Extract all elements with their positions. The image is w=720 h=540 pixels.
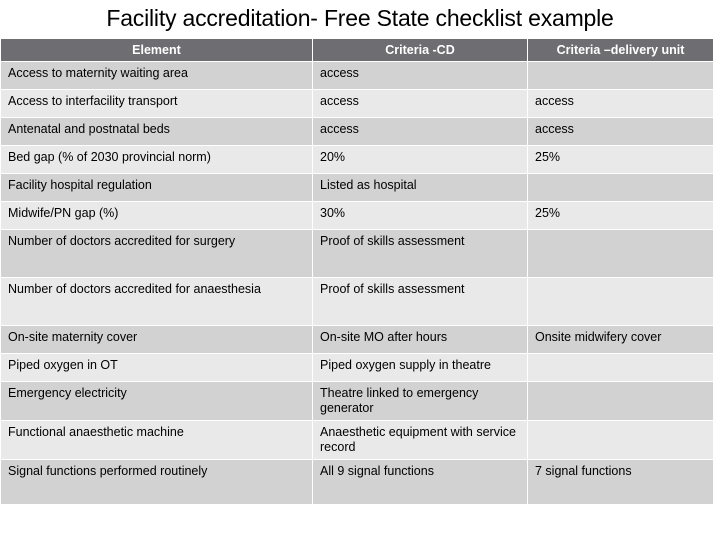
cell-element: Midwife/PN gap (%) — [1, 202, 312, 229]
cell-text: Anaesthetic equipment with service recor… — [320, 425, 516, 454]
cell-text: Emergency electricity — [8, 386, 127, 400]
cell-criteria-delivery-unit: access — [528, 118, 713, 145]
slide-canvas: Facility accreditation- Free State check… — [0, 0, 720, 540]
column-header-element: Element — [1, 39, 312, 61]
cell-text: Signal functions performed routinely — [8, 464, 208, 478]
table-row: Access to interfacility transport access… — [1, 90, 713, 117]
cell-text: Number of doctors accredited for surgery — [8, 234, 236, 248]
cell-criteria-delivery-unit — [528, 174, 713, 201]
cell-criteria-cd: 20% — [313, 146, 527, 173]
cell-element: Antenatal and postnatal beds — [1, 118, 312, 145]
cell-text: Access to interfacility transport — [8, 94, 178, 108]
cell-element: Number of doctors accredited for anaesth… — [1, 278, 312, 325]
cell-text: access — [320, 66, 359, 80]
cell-text: Piped oxygen in OT — [8, 358, 118, 372]
cell-text: Functional anaesthetic machine — [8, 425, 184, 439]
checklist-table-container: Element Criteria -CD Criteria –delivery … — [0, 38, 714, 505]
table-row: Functional anaesthetic machine Anaesthet… — [1, 421, 713, 459]
cell-text: access — [535, 122, 574, 136]
checklist-table: Element Criteria -CD Criteria –delivery … — [0, 38, 714, 505]
cell-element: Piped oxygen in OT — [1, 354, 312, 381]
table-row: Piped oxygen in OT Piped oxygen supply i… — [1, 354, 713, 381]
table-body: Access to maternity waiting area access … — [1, 62, 713, 504]
cell-element: Number of doctors accredited for surgery — [1, 230, 312, 277]
cell-criteria-cd: Listed as hospital — [313, 174, 527, 201]
cell-criteria-cd: Theatre linked to emergency generator — [313, 382, 527, 420]
cell-criteria-delivery-unit — [528, 421, 713, 459]
cell-text: Number of doctors accredited for anaesth… — [8, 282, 261, 296]
cell-text: Proof of skills assessment — [320, 282, 465, 296]
table-row: On-site maternity cover On-site MO after… — [1, 326, 713, 353]
cell-criteria-cd: Proof of skills assessment — [313, 278, 527, 325]
cell-criteria-delivery-unit: 25% — [528, 146, 713, 173]
page-title: Facility accreditation- Free State check… — [106, 5, 614, 31]
cell-text: 30% — [320, 206, 346, 220]
cell-text: Access to maternity waiting area — [8, 66, 188, 80]
cell-element: Signal functions performed routinely — [1, 460, 312, 504]
cell-text: On-site maternity cover — [8, 330, 138, 344]
cell-criteria-delivery-unit — [528, 382, 713, 420]
cell-criteria-cd: 30% — [313, 202, 527, 229]
cell-element: Emergency electricity — [1, 382, 312, 420]
cell-text: Onsite midwifery cover — [535, 330, 662, 344]
table-row: Access to maternity waiting area access — [1, 62, 713, 89]
cell-criteria-cd: Anaesthetic equipment with service recor… — [313, 421, 527, 459]
cell-criteria-delivery-unit — [528, 354, 713, 381]
cell-text: Proof of skills assessment — [320, 234, 465, 248]
cell-element: Bed gap (% of 2030 provincial norm) — [1, 146, 312, 173]
table-row: Number of doctors accredited for anaesth… — [1, 278, 713, 325]
cell-text: Midwife/PN gap (%) — [8, 206, 119, 220]
cell-element: Access to maternity waiting area — [1, 62, 312, 89]
table-row: Antenatal and postnatal beds access acce… — [1, 118, 713, 145]
cell-criteria-cd: access — [313, 90, 527, 117]
cell-text: access — [535, 94, 574, 108]
cell-criteria-cd: Piped oxygen supply in theatre — [313, 354, 527, 381]
table-row: Facility hospital regulation Listed as h… — [1, 174, 713, 201]
cell-text: 7 signal functions — [535, 464, 632, 478]
cell-criteria-cd: All 9 signal functions — [313, 460, 527, 504]
cell-criteria-cd: access — [313, 62, 527, 89]
column-header-criteria-delivery-unit: Criteria –delivery unit — [528, 39, 713, 61]
cell-text: Antenatal and postnatal beds — [8, 122, 170, 136]
cell-criteria-cd: access — [313, 118, 527, 145]
table-row: Midwife/PN gap (%) 30% 25% — [1, 202, 713, 229]
cell-text: Bed gap (% of 2030 provincial norm) — [8, 150, 211, 164]
column-header-criteria-cd: Criteria -CD — [313, 39, 527, 61]
cell-criteria-delivery-unit — [528, 278, 713, 325]
cell-text: All 9 signal functions — [320, 464, 434, 478]
table-header: Element Criteria -CD Criteria –delivery … — [1, 39, 713, 61]
cell-text: 20% — [320, 150, 346, 164]
cell-element: Facility hospital regulation — [1, 174, 312, 201]
cell-text: access — [320, 122, 359, 136]
cell-criteria-cd: Proof of skills assessment — [313, 230, 527, 277]
cell-criteria-cd: On-site MO after hours — [313, 326, 527, 353]
cell-text: Facility hospital regulation — [8, 178, 152, 192]
table-row: Number of doctors accredited for surgery… — [1, 230, 713, 277]
cell-element: Access to interfacility transport — [1, 90, 312, 117]
cell-text: Theatre linked to emergency generator — [320, 386, 479, 415]
table-row: Emergency electricity Theatre linked to … — [1, 382, 713, 420]
cell-element: Functional anaesthetic machine — [1, 421, 312, 459]
cell-criteria-delivery-unit — [528, 230, 713, 277]
cell-criteria-delivery-unit: 25% — [528, 202, 713, 229]
cell-element: On-site maternity cover — [1, 326, 312, 353]
cell-criteria-delivery-unit: access — [528, 90, 713, 117]
cell-text: access — [320, 94, 359, 108]
cell-criteria-delivery-unit: Onsite midwifery cover — [528, 326, 713, 353]
table-header-row: Element Criteria -CD Criteria –delivery … — [1, 39, 713, 61]
cell-text: 25% — [535, 150, 561, 164]
cell-criteria-delivery-unit: 7 signal functions — [528, 460, 713, 504]
cell-criteria-delivery-unit — [528, 62, 713, 89]
cell-text: Listed as hospital — [320, 178, 417, 192]
cell-text: Piped oxygen supply in theatre — [320, 358, 491, 372]
table-row: Bed gap (% of 2030 provincial norm) 20% … — [1, 146, 713, 173]
table-row: Signal functions performed routinely All… — [1, 460, 713, 504]
cell-text: 25% — [535, 206, 561, 220]
cell-text: On-site MO after hours — [320, 330, 448, 344]
